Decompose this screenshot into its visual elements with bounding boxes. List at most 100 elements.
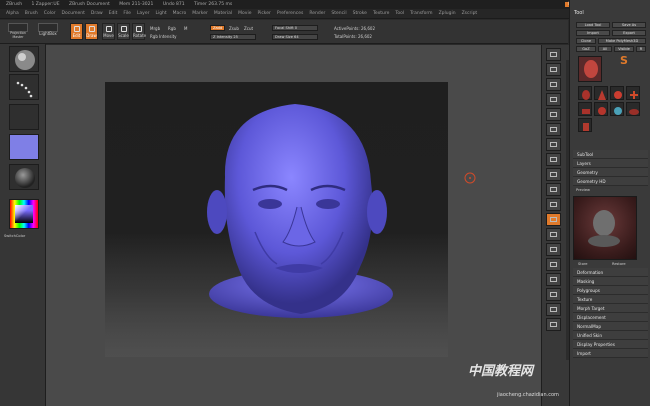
geometry-section[interactable]: Geometry: [573, 168, 648, 177]
menu-item-tool[interactable]: Tool: [395, 11, 404, 16]
canvas-area[interactable]: [46, 45, 541, 406]
edit-button[interactable]: Edit: [70, 23, 83, 40]
menu-item-document[interactable]: Document: [62, 11, 85, 16]
rotate-button[interactable]: Rotate: [132, 23, 146, 40]
right-shelf-ghost-button[interactable]: [546, 288, 561, 301]
brush-button[interactable]: [9, 46, 39, 72]
material-button[interactable]: [9, 164, 39, 190]
tool-thumb[interactable]: [578, 102, 592, 116]
menu-item-brush[interactable]: Brush: [25, 11, 38, 16]
subtool-section[interactable]: SubTool: [573, 150, 648, 159]
menu-item-movie[interactable]: Movie: [238, 11, 251, 16]
stroke-button[interactable]: [9, 74, 39, 100]
current-tool-thumbnail[interactable]: [578, 56, 602, 82]
lightbox-button[interactable]: LightBox: [36, 23, 60, 40]
color-square[interactable]: [15, 205, 33, 223]
sculpted-head-model[interactable]: [105, 82, 448, 357]
right-shelf-local-button[interactable]: [546, 168, 561, 181]
right-shelf-actual-button[interactable]: [546, 108, 561, 121]
goz-button[interactable]: GoZ: [576, 46, 596, 52]
rgb-intensity-slider[interactable]: Rgb Intensity: [150, 34, 177, 39]
menu-item-file[interactable]: File: [123, 11, 131, 16]
displacement-section[interactable]: Displacement: [573, 313, 648, 322]
right-shelf-xpose-button[interactable]: [546, 318, 561, 331]
r-button[interactable]: R: [636, 46, 646, 52]
tray-scrollbar[interactable]: [566, 60, 569, 360]
menu-item-render[interactable]: Render: [309, 11, 325, 16]
save-as-button[interactable]: Save As: [612, 22, 646, 28]
alpha-button[interactable]: [9, 104, 39, 130]
tool-thumb[interactable]: [610, 102, 624, 116]
right-shelf-rotate-button[interactable]: [546, 258, 561, 271]
right-shelf-frame-button[interactable]: [546, 213, 561, 226]
unified-skin-section[interactable]: Unified Skin: [573, 331, 648, 340]
visible-button[interactable]: Visible: [614, 46, 634, 52]
right-shelf-transp-button[interactable]: [546, 273, 561, 286]
right-shelf-lsym-button[interactable]: [546, 183, 561, 196]
load-tool-button[interactable]: Load Tool: [576, 22, 610, 28]
clone-button[interactable]: Clone: [576, 38, 596, 44]
right-shelf-xyz-button[interactable]: [546, 198, 561, 211]
menu-item-zplugin[interactable]: Zplugin: [439, 11, 456, 16]
masking-section[interactable]: Masking: [573, 277, 648, 286]
move-button[interactable]: Move: [102, 23, 115, 40]
restore-button[interactable]: Restore: [612, 262, 626, 266]
right-shelf-aahalf-button[interactable]: [546, 123, 561, 136]
store-button[interactable]: Store: [578, 262, 588, 266]
m-toggle[interactable]: M: [184, 26, 187, 31]
tool-thumb[interactable]: [578, 118, 592, 132]
menu-item-material[interactable]: Material: [214, 11, 232, 16]
menu-item-draw[interactable]: Draw: [91, 11, 103, 16]
menu-item-zscript[interactable]: Zscript: [462, 11, 478, 16]
right-shelf-zoom-button[interactable]: [546, 93, 561, 106]
scale-button[interactable]: Scale: [117, 23, 130, 40]
rgb-toggle[interactable]: Rgb: [168, 26, 176, 31]
right-shelf-scale-button[interactable]: [546, 243, 561, 256]
z-intensity-slider[interactable]: Z Intensity 25: [210, 34, 256, 40]
projection-master-button[interactable]: Projection Master: [6, 23, 30, 40]
normalmap-section[interactable]: NormalMap: [573, 322, 648, 331]
menu-item-alpha[interactable]: Alpha: [6, 11, 19, 16]
zsub-button[interactable]: Zsub: [229, 26, 239, 31]
tool-thumb[interactable]: [578, 86, 592, 100]
right-shelf-spix-button[interactable]: [546, 63, 561, 76]
polygroups-section[interactable]: Polygroups: [573, 286, 648, 295]
texture-button[interactable]: [9, 134, 39, 160]
menu-item-marker[interactable]: Marker: [192, 11, 208, 16]
zadd-button[interactable]: Zadd: [210, 25, 225, 31]
layers-section[interactable]: Layers: [573, 159, 648, 168]
tool-thumb[interactable]: [626, 102, 640, 116]
menu-item-layer[interactable]: Layer: [137, 11, 150, 16]
right-shelf-move-button[interactable]: [546, 228, 561, 241]
right-shelf-floor-button[interactable]: [546, 153, 561, 166]
menu-item-color[interactable]: Color: [44, 11, 56, 16]
tool-preview[interactable]: [573, 196, 637, 260]
document-canvas[interactable]: [105, 82, 476, 357]
zcut-button[interactable]: Zcut: [244, 26, 253, 31]
texture-section[interactable]: Texture: [573, 295, 648, 304]
color-picker[interactable]: [9, 199, 39, 229]
tool-thumb[interactable]: [594, 102, 608, 116]
geometry-hd-section[interactable]: Geometry HD: [573, 177, 648, 186]
tool-thumb[interactable]: [610, 86, 624, 100]
menu-item-transform[interactable]: Transform: [410, 11, 432, 16]
menu-item-texture[interactable]: Texture: [373, 11, 389, 16]
export-button[interactable]: Export: [612, 30, 646, 36]
right-shelf-persp-button[interactable]: [546, 138, 561, 151]
draw-size-slider[interactable]: Draw Size 64: [272, 34, 318, 40]
menu-item-preferences[interactable]: Preferences: [277, 11, 303, 16]
menu-item-picker[interactable]: Picker: [257, 11, 270, 16]
right-shelf-bpr-button[interactable]: [546, 48, 561, 61]
tool-thumb[interactable]: [594, 86, 608, 100]
menu-item-stroke[interactable]: Stroke: [353, 11, 367, 16]
morph-target-section[interactable]: Morph Target: [573, 304, 648, 313]
import-section[interactable]: Import: [573, 349, 648, 358]
menu-item-macro[interactable]: Macro: [173, 11, 187, 16]
deformation-section[interactable]: Deformation: [573, 268, 648, 277]
menu-item-edit[interactable]: Edit: [109, 11, 118, 16]
right-shelf-scroll-button[interactable]: [546, 78, 561, 91]
all-button[interactable]: All: [598, 46, 612, 52]
draw-button[interactable]: Draw: [85, 23, 98, 40]
menu-item-stencil[interactable]: Stencil: [331, 11, 346, 16]
import-button[interactable]: Import: [576, 30, 610, 36]
